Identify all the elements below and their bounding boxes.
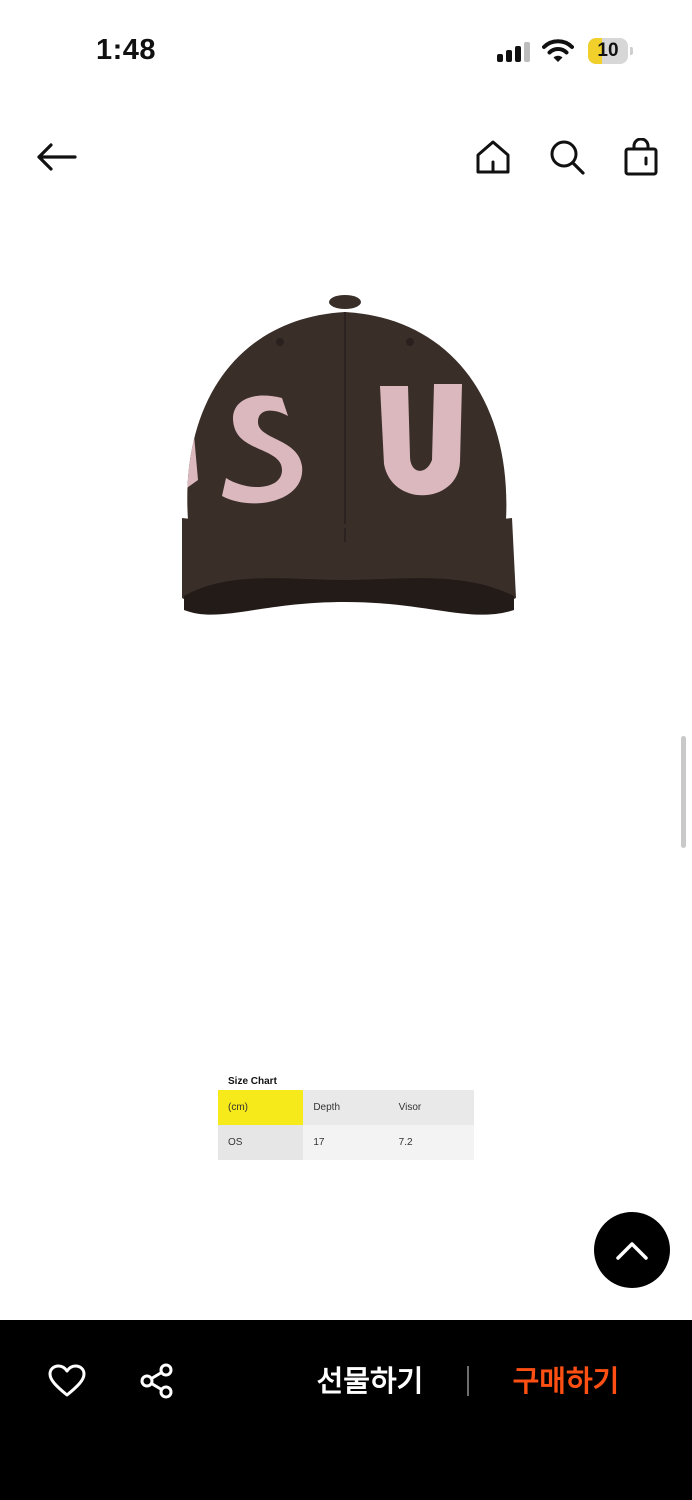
like-button[interactable]	[44, 1358, 90, 1404]
size-chart-header-row: (cm) Depth Visor	[218, 1090, 474, 1125]
size-chart: Size Chart (cm) Depth Visor OS 17 7.2	[218, 1074, 474, 1160]
status-bar: 1:48 10	[0, 0, 692, 100]
share-icon	[140, 1363, 173, 1399]
size-chart-visor-cell: 7.2	[388, 1125, 474, 1160]
home-icon	[476, 140, 510, 174]
size-chart-depth-cell: 17	[303, 1125, 389, 1160]
back-arrow-icon	[37, 143, 77, 171]
back-button[interactable]	[31, 132, 81, 182]
bottom-action-bar: 선물하기 구매하기	[0, 1320, 692, 1500]
share-button[interactable]	[134, 1358, 180, 1404]
size-chart-table: (cm) Depth Visor OS 17 7.2	[218, 1090, 474, 1160]
scroll-to-top-button[interactable]	[594, 1212, 670, 1288]
cellular-signal-icon	[497, 42, 531, 62]
size-chart-visor-header: Visor	[388, 1090, 474, 1125]
action-divider	[467, 1366, 469, 1396]
size-chart-title: Size Chart	[228, 1076, 277, 1087]
baseball-cap-image	[182, 295, 516, 615]
chevron-up-icon	[616, 1242, 648, 1260]
buy-button[interactable]: 구매하기	[496, 1358, 636, 1404]
size-chart-depth-header: Depth	[303, 1090, 389, 1125]
table-row: OS 17 7.2	[218, 1125, 474, 1160]
search-icon	[550, 140, 585, 175]
home-button[interactable]	[468, 132, 518, 182]
status-time: 1:48	[96, 34, 157, 66]
size-chart-unit-header: (cm)	[218, 1090, 304, 1125]
scrollbar[interactable]	[681, 736, 686, 848]
search-button[interactable]	[542, 132, 592, 182]
shopping-bag-icon	[624, 138, 658, 176]
battery-icon: 10	[588, 38, 634, 64]
heart-icon	[48, 1364, 86, 1397]
shopping-bag-button[interactable]	[616, 132, 666, 182]
product-image[interactable]	[170, 280, 522, 640]
top-nav-bar	[0, 120, 692, 200]
size-chart-size-cell: OS	[218, 1125, 304, 1160]
gift-button[interactable]: 선물하기	[300, 1358, 440, 1404]
wifi-icon	[542, 38, 574, 64]
battery-level: 10	[597, 40, 619, 61]
